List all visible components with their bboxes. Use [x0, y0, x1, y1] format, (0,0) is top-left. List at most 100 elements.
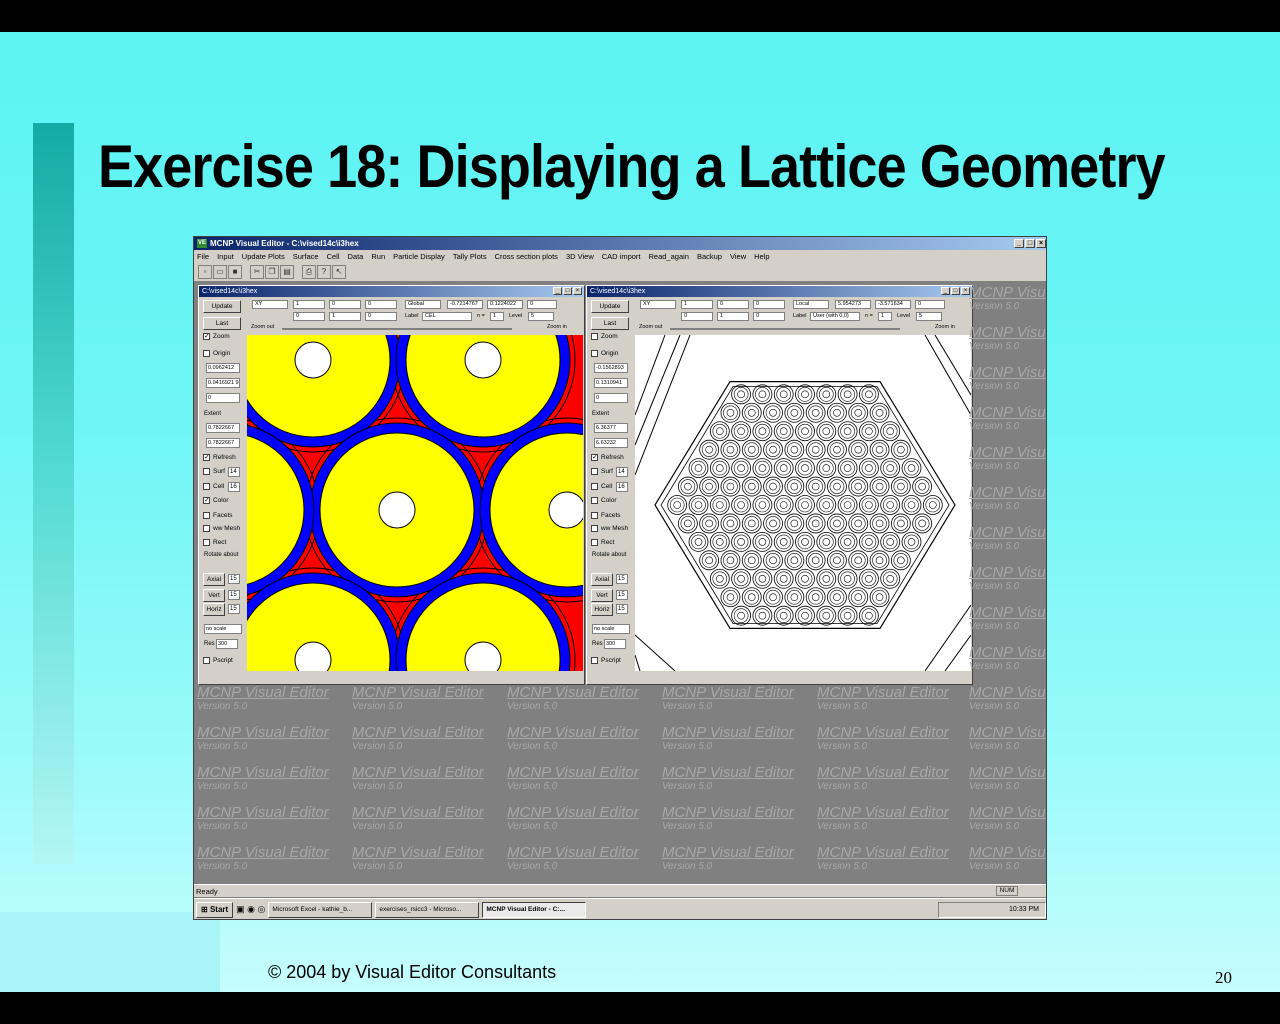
right-cell-field[interactable]: 16	[616, 482, 628, 492]
right-plot-canvas[interactable]	[635, 335, 971, 671]
left-n-field[interactable]: 1	[490, 312, 504, 321]
right-vert-button[interactable]: Vert	[591, 589, 613, 602]
left-cell-checkbox[interactable]: Cell	[203, 483, 224, 490]
left-origin-z[interactable]: 0	[206, 393, 240, 403]
left-minimize-button[interactable]: _	[553, 287, 562, 295]
left-wwmesh-checkbox[interactable]: ww Mesh	[203, 525, 240, 532]
left-zoom-slider[interactable]	[282, 328, 512, 330]
left-row1-b[interactable]: 0	[329, 300, 361, 309]
right-surf-checkbox[interactable]: Surf	[591, 468, 613, 475]
right-res-field[interactable]: 300	[604, 639, 626, 649]
right-refresh-checkbox[interactable]: ✓ Refresh	[591, 454, 624, 461]
new-icon[interactable]: ▫	[198, 264, 212, 279]
menu-backup[interactable]: Backup	[697, 252, 722, 261]
left-facets-checkbox[interactable]: Facets	[203, 512, 233, 519]
left-plot-canvas[interactable]	[247, 335, 583, 671]
menu-view[interactable]: View	[730, 252, 746, 261]
task-visual-editor[interactable]: MCNP Visual Editor - C:...	[482, 901, 587, 918]
context-help-icon[interactable]: ↖	[332, 264, 346, 279]
right-origin-z[interactable]: 0	[594, 393, 628, 403]
left-refresh-checkbox[interactable]: ✓ Refresh	[203, 454, 236, 461]
left-row2-a[interactable]: 0	[293, 312, 325, 321]
right-rect-checkbox[interactable]: Rect	[591, 539, 614, 546]
left-label-field[interactable]: CEL	[422, 312, 472, 321]
left-pscript-checkbox[interactable]: Pscript	[203, 657, 233, 664]
right-level-field[interactable]: 5	[916, 312, 942, 321]
left-color-checkbox[interactable]: ✓ Color	[203, 497, 229, 504]
menu-particle-display[interactable]: Particle Display	[393, 252, 445, 261]
close-button[interactable]: ×	[1036, 239, 1046, 248]
right-plane-select[interactable]: XY	[640, 300, 676, 309]
left-cell-field[interactable]: 16	[228, 482, 240, 492]
menu-data[interactable]: Data	[348, 252, 364, 261]
menu-cad-import[interactable]: CAD import	[602, 252, 641, 261]
task-word[interactable]: exercises_rsicc3 - Microso...	[375, 901, 480, 918]
left-level-field[interactable]: 5	[528, 312, 554, 321]
right-cell-checkbox[interactable]: Cell	[591, 483, 612, 490]
left-horiz-field[interactable]: 15	[228, 604, 240, 614]
right-color-checkbox[interactable]: Color	[591, 497, 617, 504]
right-coord-mode[interactable]: Local	[793, 300, 829, 309]
cut-icon[interactable]: ✂	[250, 264, 264, 279]
left-row2-b[interactable]: 1	[329, 312, 361, 321]
left-extent-x[interactable]: 0.7822667	[206, 423, 240, 433]
left-update-button[interactable]: Update	[203, 300, 241, 313]
save-icon[interactable]: ■	[228, 264, 242, 279]
left-coord-mode[interactable]: Global	[405, 300, 441, 309]
left-res-field[interactable]: 300	[216, 639, 238, 649]
left-plane-select[interactable]: XY	[252, 300, 288, 309]
right-vert-field[interactable]: 15	[616, 590, 628, 600]
right-surf-field[interactable]: 14	[616, 467, 628, 477]
right-update-button[interactable]: Update	[591, 300, 629, 313]
right-row2-c[interactable]: 0	[753, 312, 785, 321]
menu-input[interactable]: Input	[217, 252, 234, 261]
right-scale-select[interactable]: no scale	[592, 624, 630, 634]
right-row2-a[interactable]: 0	[681, 312, 713, 321]
right-coord-y[interactable]: -3.571634	[875, 300, 911, 309]
left-surf-checkbox[interactable]: Surf	[203, 468, 225, 475]
left-surf-field[interactable]: 14	[228, 467, 240, 477]
right-zoom-slider[interactable]	[670, 328, 900, 330]
left-extent-y[interactable]: 0.7822667	[206, 438, 240, 448]
left-last-button[interactable]: Last	[203, 317, 241, 330]
right-zoom-checkbox[interactable]: Zoom	[591, 333, 618, 340]
right-label-field[interactable]: User (with 0,0)	[810, 312, 860, 321]
menu-file[interactable]: File	[197, 252, 209, 261]
task-excel[interactable]: Microsoft Excel - kathie_b...	[268, 901, 373, 918]
right-axial-button[interactable]: Axial	[591, 573, 613, 586]
right-row1-b[interactable]: 0	[717, 300, 749, 309]
right-row1-c[interactable]: 0	[753, 300, 785, 309]
right-origin-checkbox[interactable]: Origin	[591, 350, 618, 357]
right-coord-x[interactable]: 5.954273	[835, 300, 871, 309]
menu-help[interactable]: Help	[754, 252, 769, 261]
left-axial-field[interactable]: 15	[228, 574, 240, 584]
right-horiz-button[interactable]: Horiz	[591, 603, 613, 616]
right-row2-b[interactable]: 1	[717, 312, 749, 321]
right-axial-field[interactable]: 15	[616, 574, 628, 584]
left-maximize-button[interactable]: □	[563, 287, 572, 295]
right-coord-z[interactable]: 0	[915, 300, 945, 309]
menu-read-again[interactable]: Read_again	[649, 252, 689, 261]
right-minimize-button[interactable]: _	[941, 287, 950, 295]
left-vert-field[interactable]: 15	[228, 590, 240, 600]
left-coord-z[interactable]: 0	[527, 300, 557, 309]
left-origin-y[interactable]: 0.0416921 9	[206, 378, 240, 388]
start-button[interactable]: ⊞ Start	[196, 901, 234, 918]
left-zoom-checkbox[interactable]: ✓ Zoom	[203, 333, 230, 340]
right-n-field[interactable]: 1	[878, 312, 892, 321]
right-maximize-button[interactable]: □	[951, 287, 960, 295]
right-row1-a[interactable]: 1	[681, 300, 713, 309]
left-coord-y[interactable]: 0.1224022	[487, 300, 523, 309]
left-scale-select[interactable]: no scale	[204, 624, 242, 634]
left-rect-checkbox[interactable]: Rect	[203, 539, 226, 546]
menu-surface[interactable]: Surface	[293, 252, 319, 261]
menu-run[interactable]: Run	[371, 252, 385, 261]
menu-cell[interactable]: Cell	[327, 252, 340, 261]
right-wwmesh-checkbox[interactable]: ww Mesh	[591, 525, 628, 532]
copy-icon[interactable]: ❐	[265, 264, 279, 279]
left-row2-c[interactable]: 0	[365, 312, 397, 321]
right-origin-y[interactable]: 0.1310941	[594, 378, 628, 388]
print-icon[interactable]: ⎙	[302, 264, 316, 279]
menu-update-plots[interactable]: Update Plots	[242, 252, 285, 261]
left-horiz-button[interactable]: Horiz	[203, 603, 225, 616]
